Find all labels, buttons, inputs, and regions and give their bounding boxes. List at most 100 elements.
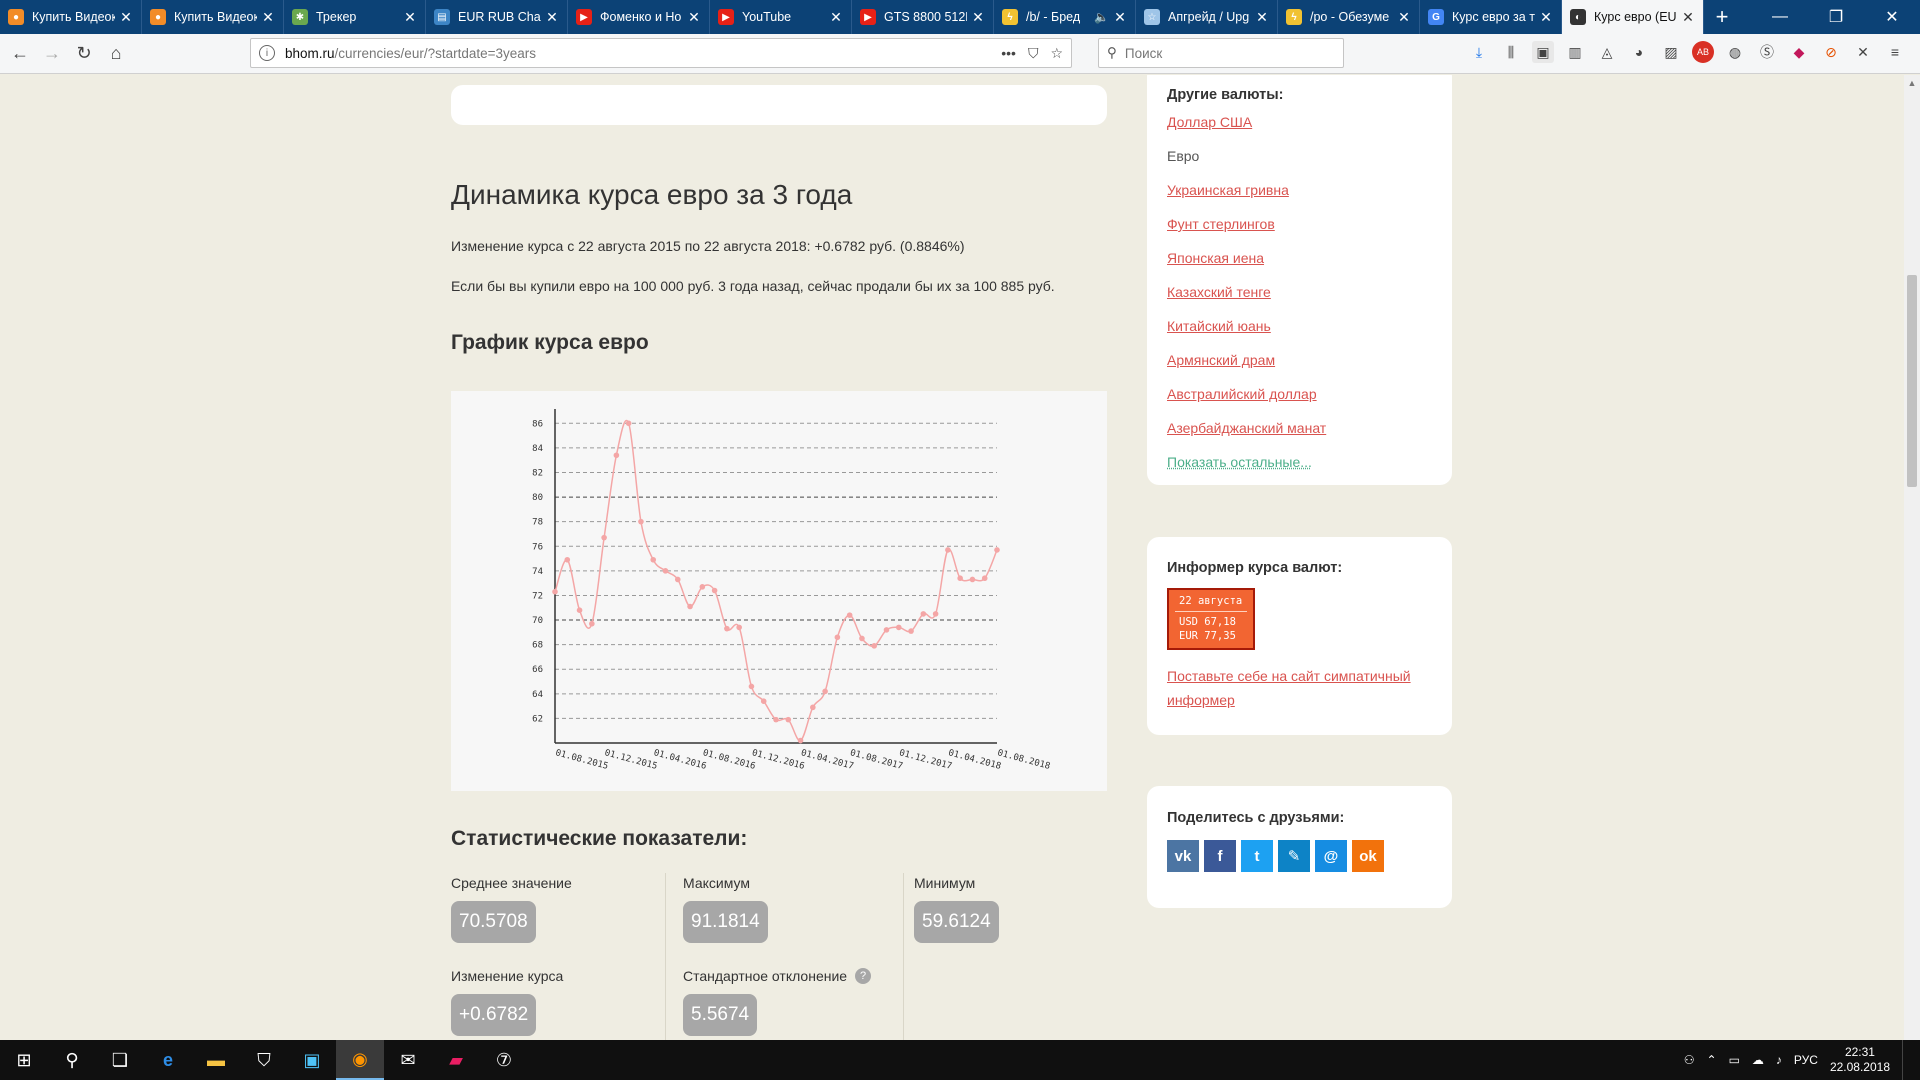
screenshot-icon[interactable]: ▨ <box>1660 41 1682 63</box>
currency-link[interactable]: Украинская гривна <box>1167 173 1432 207</box>
mailru-icon[interactable]: @ <box>1315 840 1347 872</box>
odnoklassniki-icon[interactable]: ok <box>1352 840 1384 872</box>
more-actions-icon[interactable]: ••• <box>1001 45 1016 62</box>
currency-link[interactable]: Фунт стерлингов <box>1167 207 1432 241</box>
currency-link[interactable]: Японская иена <box>1167 241 1432 275</box>
network-icon[interactable]: ▭ <box>1729 1053 1740 1067</box>
currency-link[interactable]: Армянский драм <box>1167 343 1432 377</box>
menu-icon[interactable]: ≡ <box>1884 41 1906 63</box>
sidebar-icon[interactable]: ▥ <box>1564 41 1586 63</box>
close-tab-icon[interactable]: ✕ <box>1397 9 1411 26</box>
info-icon[interactable]: i <box>259 45 275 61</box>
close-tab-icon[interactable]: ✕ <box>687 9 701 26</box>
browser-tab[interactable]: ● Купить Видеок ✕ <box>0 0 142 34</box>
show-more-link[interactable]: Показать остальные... <box>1167 445 1432 479</box>
extension-icon[interactable]: ▣ <box>1532 41 1554 63</box>
url-bar[interactable]: i bhom.ru/currencies/eur/?startdate=3yea… <box>250 38 1072 68</box>
windows-start-icon[interactable]: ⊞ <box>0 1040 48 1080</box>
informer-eur: EUR 77,35 <box>1179 630 1236 642</box>
close-tab-icon[interactable]: ✕ <box>1255 9 1269 26</box>
close-tab-icon[interactable]: ✕ <box>1681 9 1695 26</box>
tab-title: EUR RUB Chart <box>458 10 541 24</box>
people-icon[interactable]: ⚇ <box>1684 1053 1695 1067</box>
browser-tab[interactable]: ▤ EUR RUB Chart ✕ <box>426 0 568 34</box>
bookmark-star-icon[interactable]: ☆ <box>1050 45 1063 62</box>
search-input[interactable]: Поиск <box>1125 46 1162 61</box>
task-view-icon[interactable]: ❏ <box>96 1040 144 1080</box>
restore-icon[interactable]: ❐ <box>1808 0 1864 34</box>
clock[interactable]: 22:31 22.08.2018 <box>1830 1045 1890 1075</box>
download-icon[interactable]: ⤓ <box>1468 41 1490 63</box>
reload-icon[interactable]: ↻ <box>68 38 100 70</box>
page-scrollbar[interactable]: ▲ <box>1904 75 1920 1040</box>
currency-link[interactable]: Азербайджанский манат <box>1167 411 1432 445</box>
browser-tab[interactable]: ϟ/b/ - Бред 🔈 ✕ <box>994 0 1136 34</box>
informer-widget[interactable]: 22 августа USD 67,18 EUR 77,35 <box>1167 588 1255 650</box>
library-icon[interactable]: ⫼ <box>1500 41 1522 63</box>
browser-tab[interactable]: ✱ Трекер ✕ <box>284 0 426 34</box>
explorer-icon[interactable]: ▬ <box>192 1040 240 1080</box>
scroll-up-icon[interactable]: ▲ <box>1904 75 1920 88</box>
close-tab-icon[interactable]: ✕ <box>545 9 559 26</box>
taskbar-search-icon[interactable]: ⚲ <box>48 1040 96 1080</box>
x-tick-label: 01.08.2017 <box>849 748 904 772</box>
x-extension-icon[interactable]: ✕ <box>1852 41 1874 63</box>
informer-link[interactable]: Поставьте себе на сайт симпатичный инфор… <box>1167 664 1427 712</box>
data-point <box>945 547 951 553</box>
browser-tab[interactable]: ▶ YouTube ✕ <box>710 0 852 34</box>
facebook-icon[interactable]: f <box>1204 840 1236 872</box>
forward-icon[interactable]: → <box>36 38 68 70</box>
x-tick-label: 01.08.2018 <box>996 748 1051 772</box>
browser-tab[interactable]: ☆ Апгрейд / Upg ✕ <box>1136 0 1278 34</box>
browser-tab[interactable]: G Курс евро за тр ✕ <box>1420 0 1562 34</box>
help-icon[interactable]: ? <box>855 968 872 984</box>
app-seven-icon[interactable]: ⑦ <box>480 1040 528 1080</box>
browser-tab[interactable]: ▶ GTS 8800 512M ✕ <box>852 0 994 34</box>
currency-link[interactable]: Китайский юань <box>1167 309 1432 343</box>
browser-tab[interactable]: ϟ/po - Обезуме ✕ <box>1278 0 1420 34</box>
firefox-icon[interactable]: ◉ <box>336 1040 384 1080</box>
back-icon[interactable]: ← <box>4 38 36 70</box>
scrollbar-thumb[interactable] <box>1907 275 1917 487</box>
addon-s-icon[interactable]: Ⓢ <box>1756 41 1778 63</box>
adblock-icon[interactable]: AB <box>1692 41 1714 63</box>
close-tab-icon[interactable]: ✕ <box>829 9 843 26</box>
new-tab-button[interactable]: + <box>1704 0 1740 34</box>
browser-tab[interactable]: ▶ Фоменко и Но ✕ <box>568 0 710 34</box>
browser-tab[interactable]: ◐ Курс евро (EUR ✕ <box>1562 0 1704 34</box>
addon-icon[interactable]: ◕ <box>1628 41 1650 63</box>
currency-link[interactable]: Доллар США <box>1167 105 1432 139</box>
block-icon[interactable]: ⊘ <box>1820 41 1842 63</box>
close-tab-icon[interactable]: ✕ <box>261 9 275 26</box>
livejournal-icon[interactable]: ✎ <box>1278 840 1310 872</box>
twitter-icon[interactable]: t <box>1241 840 1273 872</box>
browser-tab[interactable]: ● Купить Видеок ✕ <box>142 0 284 34</box>
close-tab-icon[interactable]: ✕ <box>1539 9 1553 26</box>
volume-icon[interactable]: ♪ <box>1776 1053 1782 1067</box>
currency-link[interactable]: Казахский тенге <box>1167 275 1432 309</box>
addon-icon[interactable]: ◬ <box>1596 41 1618 63</box>
close-tab-icon[interactable]: ✕ <box>119 9 133 26</box>
close-tab-icon[interactable]: ✕ <box>1113 9 1127 26</box>
minimize-icon[interactable]: — <box>1752 0 1808 34</box>
tray-expand-icon[interactable]: ⌃ <box>1707 1053 1717 1067</box>
store-icon[interactable]: ⛉ <box>240 1040 288 1080</box>
pocket-icon[interactable]: ⛉ <box>1028 45 1039 62</box>
home-icon[interactable]: ⌂ <box>100 38 132 70</box>
show-desktop-button[interactable] <box>1902 1040 1908 1080</box>
app-pink-icon[interactable]: ▰ <box>432 1040 480 1080</box>
notification-icon[interactable]: ◆ <box>1788 41 1810 63</box>
speaker-icon[interactable]: 🔈 <box>1094 10 1109 24</box>
close-window-icon[interactable]: ✕ <box>1864 0 1920 34</box>
app-icon[interactable]: ▣ <box>288 1040 336 1080</box>
edge-icon[interactable]: e <box>144 1040 192 1080</box>
search-bar[interactable]: ⚲ Поиск <box>1098 38 1344 68</box>
vk-icon[interactable]: vk <box>1167 840 1199 872</box>
globe-icon[interactable]: ◍ <box>1724 41 1746 63</box>
close-tab-icon[interactable]: ✕ <box>971 9 985 26</box>
close-tab-icon[interactable]: ✕ <box>403 9 417 26</box>
currency-link[interactable]: Австралийский доллар <box>1167 377 1432 411</box>
cloud-icon[interactable]: ☁ <box>1752 1053 1764 1067</box>
mail-icon[interactable]: ✉ <box>384 1040 432 1080</box>
language-indicator[interactable]: РУС <box>1794 1053 1818 1067</box>
